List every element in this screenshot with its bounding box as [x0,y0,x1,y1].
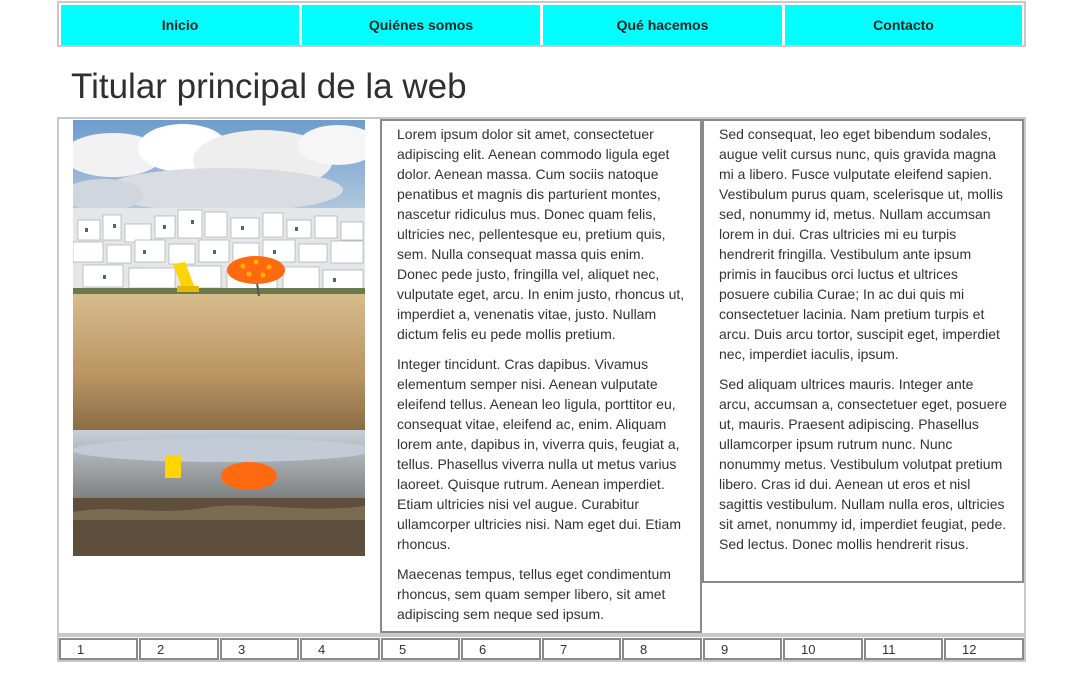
grid-cell-4: 4 [300,638,380,660]
grid-cell-12: 12 [944,638,1024,660]
grid-cell-1: 1 [59,638,138,660]
paragraph: Integer tincidunt. Cras dapibus. Vivamus… [397,356,681,552]
text-column-1: Lorem ipsum dolor sit amet, consectetuer… [380,119,702,633]
page-title: Titular principal de la web [71,67,467,106]
grid-cell-9: 9 [703,638,782,660]
nav-item-que-hacemos[interactable]: Qué hacemos [543,5,782,45]
nav-item-contacto[interactable]: Contacto [785,5,1022,45]
paragraph: Lorem ipsum dolor sit amet, consectetuer… [397,126,685,342]
grid-cell-8: 8 [622,638,702,660]
grid-cell-7: 7 [542,638,621,660]
paragraph: Sed aliquam ultrices mauris. Integer ant… [719,376,1007,552]
grid-cell-3: 3 [220,638,299,660]
grid-cell-5: 5 [381,638,460,660]
beach-photo [73,120,365,556]
grid-cell-10: 10 [783,638,863,660]
paragraph: Sed consequat, leo eget bibendum sodales… [719,126,1004,362]
text-column-2: Sed consequat, leo eget bibendum sodales… [702,119,1024,583]
paragraph: Maecenas tempus, tellus eget condimentum… [397,566,671,622]
nav-item-quienes-somos[interactable]: Quiénes somos [302,5,540,45]
beach-photo-icon [73,120,365,556]
grid-cell-6: 6 [461,638,541,660]
grid-cell-2: 2 [139,638,219,660]
nav-item-inicio[interactable]: Inicio [61,5,299,45]
grid-cell-11: 11 [864,638,943,660]
main-nav: Inicio Quiénes somos Qué hacemos Contact… [57,1,1026,47]
